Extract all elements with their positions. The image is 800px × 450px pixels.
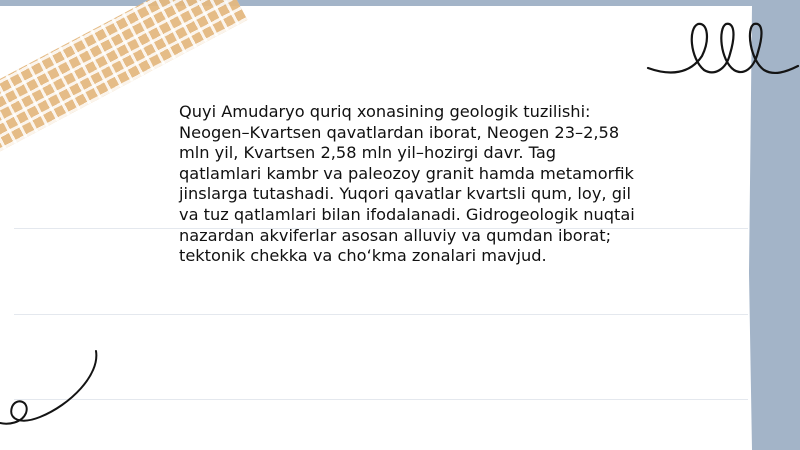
- curl-scribble-decoration: [0, 350, 98, 425]
- slide: Quyi Amudaryo quriq xonasining geologik …: [0, 0, 800, 450]
- body-text: Quyi Amudaryo quriq xonasining geologik …: [179, 102, 635, 266]
- paper-rule-line: [14, 314, 748, 315]
- paper-rule-line: [14, 399, 748, 400]
- loop-scribble-decoration: [646, 22, 800, 75]
